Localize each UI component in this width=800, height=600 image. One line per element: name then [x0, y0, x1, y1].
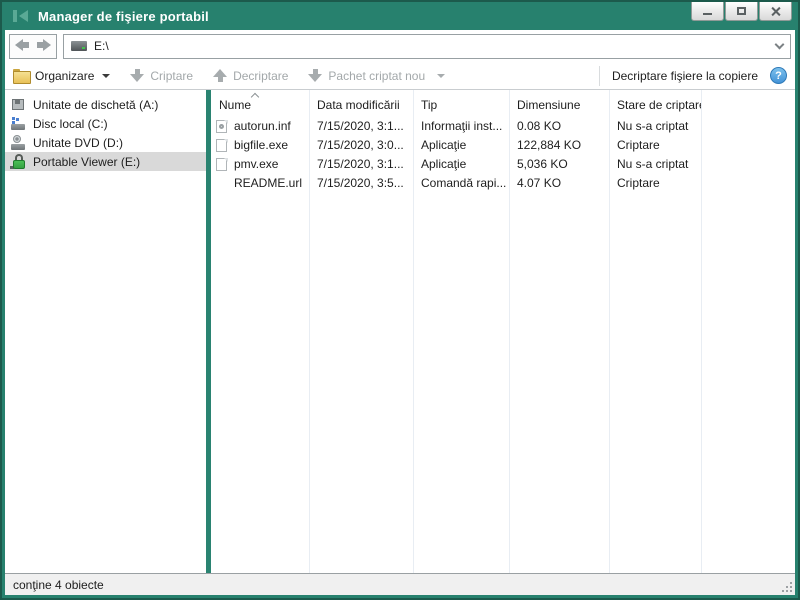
file-type: Aplicaţie [421, 157, 467, 171]
decrypt-on-copy-label: Decriptare fişiere la copiere [611, 68, 758, 83]
new-encrypted-package-button[interactable]: Pachet criptat nou [308, 68, 446, 83]
dvd-drive-icon [10, 134, 28, 151]
file-icon-placeholder [215, 176, 229, 191]
column-headers: Nume Data modificării Tip Dimensiune Sta… [211, 90, 795, 117]
address-bar[interactable]: E:\ [63, 33, 791, 59]
file-type: Aplicaţie [421, 138, 467, 152]
file-encryption-status: Nu s-a criptat [617, 119, 689, 133]
status-bar: conţine 4 obiecte [5, 573, 795, 595]
maximize-icon [737, 7, 746, 15]
file-name: pmv.exe [234, 157, 279, 171]
file-list: Nume Data modificării Tip Dimensiune Sta… [211, 90, 795, 573]
title-bar[interactable]: Manager de fişiere portabil [2, 2, 798, 30]
file-icon [215, 138, 229, 153]
local-disk-icon [10, 116, 28, 132]
forward-arrow-icon [36, 38, 51, 51]
sidebar-item-dvd-d[interactable]: Unitate DVD (D:) [5, 133, 206, 152]
decrypt-arrow-icon [213, 69, 228, 82]
nav-history-buttons [9, 33, 57, 59]
file-encryption-status: Nu s-a criptat [617, 157, 689, 171]
close-button[interactable] [759, 2, 792, 21]
toolbar-separator [598, 65, 600, 86]
package-arrow-icon [308, 69, 323, 82]
drive-icon [71, 41, 87, 51]
decrypt-button[interactable]: Decriptare [213, 69, 288, 83]
decrypt-label: Decriptare [233, 68, 289, 83]
column-divider[interactable] [509, 90, 510, 573]
file-row-autorun[interactable]: autorun.inf 7/15/2020, 3:1... Informaţii… [211, 117, 795, 136]
client-area: E:\ Organizare Criptare Decriptare Pache… [5, 30, 795, 595]
sidebar-item-floppy-a[interactable]: Unitate de dischetă (A:) [5, 95, 206, 114]
drive-label: Disc local (C:) [33, 116, 108, 131]
drive-label: Portable Viewer (E:) [33, 154, 141, 169]
drive-list: Unitate de dischetă (A:) Disc local (C:)… [5, 90, 206, 573]
address-text: E:\ [94, 39, 109, 53]
toolbar-right: Decriptare fişiere la copiere ? [598, 65, 787, 86]
file-icon [215, 157, 229, 172]
column-divider[interactable] [701, 90, 702, 573]
file-modified: 7/15/2020, 3:1... [317, 119, 404, 133]
drive-label: Unitate de dischetă (A:) [33, 97, 159, 112]
new-package-label: Pachet criptat nou [328, 68, 426, 83]
file-modified: 7/15/2020, 3:5... [317, 176, 404, 190]
column-header-type[interactable]: Tip [413, 98, 509, 112]
floppy-drive-icon [10, 97, 28, 113]
drive-label: Unitate DVD (D:) [33, 135, 124, 150]
file-size: 4.07 KO [517, 176, 562, 190]
column-header-name[interactable]: Nume [211, 98, 309, 112]
package-dropdown-icon [437, 73, 446, 78]
column-divider[interactable] [309, 90, 310, 573]
file-size: 122,884 KO [517, 138, 582, 152]
status-text: conţine 4 obiecte [13, 577, 104, 592]
portable-file-manager-window: Manager de fişiere portabil E:\ Organiza… [0, 0, 800, 600]
help-icon[interactable]: ? [770, 67, 787, 84]
back-arrow-icon [15, 38, 30, 51]
organize-button[interactable]: Organizare [13, 68, 111, 84]
setup-information-file-icon [215, 119, 229, 134]
sidebar-item-local-disk-c[interactable]: Disc local (C:) [5, 114, 206, 133]
main-panels: Unitate de dischetă (A:) Disc local (C:)… [5, 90, 795, 573]
minimize-icon [703, 13, 712, 15]
file-size: 0.08 KO [517, 119, 562, 133]
folder-icon [13, 69, 31, 84]
file-modified: 7/15/2020, 3:0... [317, 138, 404, 152]
file-row-pmv[interactable]: pmv.exe 7/15/2020, 3:1... Aplicaţie 5,03… [211, 155, 795, 174]
file-name: autorun.inf [234, 119, 291, 133]
maximize-button[interactable] [725, 2, 758, 21]
file-name: README.url [234, 176, 303, 190]
forward-button[interactable] [36, 38, 51, 54]
file-modified: 7/15/2020, 3:1... [317, 157, 404, 171]
column-header-modified[interactable]: Data modificării [309, 98, 413, 112]
sidebar-item-portable-viewer-e[interactable]: Portable Viewer (E:) [5, 152, 206, 171]
chevron-down-icon[interactable] [774, 39, 785, 49]
column-divider[interactable] [609, 90, 610, 573]
file-type: Comandă rapi... [421, 176, 507, 190]
minimize-button[interactable] [691, 2, 724, 21]
encrypt-button[interactable]: Criptare [130, 69, 193, 83]
encrypted-drive-lock-icon [10, 153, 28, 170]
organize-label: Organizare [35, 68, 95, 83]
file-encryption-status: Criptare [617, 138, 660, 152]
window-title: Manager de fişiere portabil [38, 8, 209, 24]
close-icon [770, 6, 781, 17]
resize-grip-icon[interactable] [782, 582, 792, 592]
file-type: Informaţii inst... [421, 119, 503, 133]
column-divider[interactable] [413, 90, 414, 573]
file-row-readme[interactable]: README.url 7/15/2020, 3:5... Comandă rap… [211, 174, 795, 193]
file-name: bigfile.exe [234, 138, 289, 152]
file-size: 5,036 KO [517, 157, 568, 171]
navigation-bar: E:\ [5, 30, 795, 62]
column-header-encryption-status[interactable]: Stare de criptare [609, 98, 701, 112]
back-button[interactable] [15, 38, 30, 54]
encrypt-label: Criptare [150, 68, 194, 83]
file-encryption-status: Criptare [617, 176, 660, 190]
toolbar: Organizare Criptare Decriptare Pachet cr… [5, 62, 795, 90]
file-row-bigfile[interactable]: bigfile.exe 7/15/2020, 3:0... Aplicaţie … [211, 136, 795, 155]
window-controls [691, 2, 792, 21]
kaspersky-logo-icon [12, 8, 29, 24]
encrypt-arrow-icon [130, 69, 145, 82]
column-header-size[interactable]: Dimensiune [509, 98, 609, 112]
organize-dropdown-icon [102, 73, 111, 78]
